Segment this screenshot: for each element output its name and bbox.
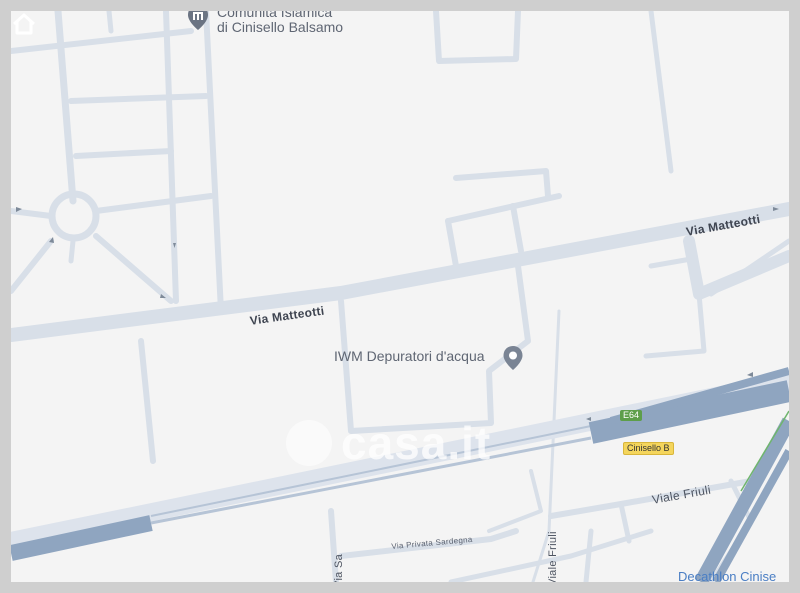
map-canvas[interactable]: Comunità Islamica di Cinisello Balsamo I… — [11, 11, 789, 582]
mosque-name-line2: di Cinisello Balsamo — [217, 19, 344, 35]
street-label-via-sa: Via Sa — [333, 553, 345, 582]
mosque-icon — [188, 11, 208, 30]
house-icon — [12, 13, 36, 35]
location-pin-icon[interactable] — [502, 345, 524, 371]
route-shield-e64: E64 — [620, 410, 643, 421]
watermark-text: casa.it — [341, 417, 492, 469]
street-label-viale-friuli-vertical: Viale Friuli — [547, 531, 559, 582]
map-frame: Comunità Islamica di Cinisello Balsamo I… — [0, 0, 800, 593]
watermark-badge — [286, 420, 332, 466]
iwm-poi-label[interactable]: IWM Depuratori d'acqua — [334, 349, 485, 364]
business-label-decathlon[interactable]: Decathlon Cinise — [678, 569, 776, 582]
exit-shield-cinisello: Cinisello B — [623, 442, 674, 455]
